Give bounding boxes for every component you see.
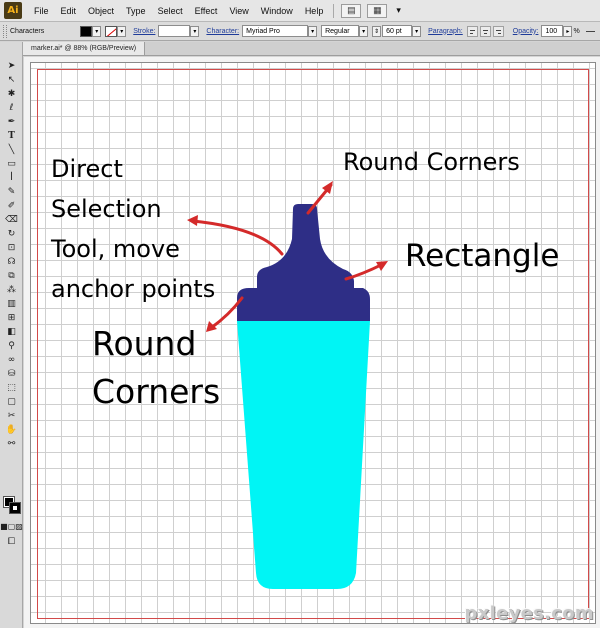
blend-tool-icon[interactable]: ∞ bbox=[4, 354, 19, 366]
stroke-link[interactable]: Stroke: bbox=[133, 28, 155, 35]
menu-file[interactable]: File bbox=[28, 6, 55, 16]
align-right-icon[interactable] bbox=[492, 25, 504, 37]
opacity-dropdown-icon[interactable]: ▸ bbox=[563, 25, 573, 37]
free-transform-icon[interactable]: ⧉ bbox=[4, 270, 19, 282]
annotation-round-corners-left: Round Corners bbox=[92, 320, 220, 416]
menu-view[interactable]: View bbox=[223, 6, 254, 16]
color-mode-icon[interactable]: ■▢▨ bbox=[0, 520, 23, 532]
panel-grip-icon[interactable] bbox=[3, 24, 7, 38]
illustrator-logo-icon: Ai bbox=[4, 2, 22, 19]
arrange-documents-icon[interactable]: ▦ bbox=[367, 3, 388, 18]
annotation-line: Round bbox=[92, 324, 197, 363]
menu-type[interactable]: Type bbox=[120, 6, 152, 16]
menu-help[interactable]: Help bbox=[299, 6, 330, 16]
menu-edit[interactable]: Edit bbox=[55, 6, 83, 16]
font-size-dropdown-icon[interactable]: ▾ bbox=[412, 25, 422, 37]
rotate-tool-icon[interactable]: ↻ bbox=[4, 228, 19, 240]
hand-tool-icon[interactable]: ✋ bbox=[4, 424, 19, 436]
arrow-rectangle bbox=[344, 262, 385, 281]
opacity-link[interactable]: Opacity: bbox=[513, 28, 539, 35]
character-link[interactable]: Character: bbox=[206, 28, 239, 35]
warp-tool-icon[interactable]: ☊ bbox=[4, 256, 19, 268]
fill-dropdown-icon[interactable]: ▾ bbox=[92, 25, 102, 37]
gradient-tool-icon[interactable]: ◧ bbox=[4, 326, 19, 338]
menu-separator bbox=[333, 3, 335, 18]
annotation-line: Tool, move bbox=[51, 235, 180, 263]
annotation-round-corners-top: Round Corners bbox=[343, 148, 520, 176]
control-panel-label: Characters bbox=[10, 27, 45, 35]
menu-bar: Ai File Edit Object Type Select Effect V… bbox=[0, 0, 600, 22]
document-setup-icon[interactable] bbox=[585, 26, 596, 37]
live-paint-bucket-icon[interactable]: ⛁ bbox=[4, 368, 19, 380]
stroke-color-icon[interactable] bbox=[9, 502, 21, 514]
symbol-sprayer-icon[interactable]: ⁂ bbox=[4, 284, 19, 296]
bridge-button-icon[interactable]: ▤ bbox=[341, 3, 362, 18]
blob-brush-icon[interactable]: ✐ bbox=[4, 200, 19, 212]
canvas[interactable]: Direct Selection Tool, move anchor point… bbox=[24, 57, 600, 628]
paragraph-link[interactable]: Paragraph: bbox=[428, 28, 463, 35]
magic-wand-icon[interactable]: ✱ bbox=[4, 88, 19, 100]
stroke-dropdown-icon[interactable]: ▾ bbox=[117, 25, 127, 37]
font-family-field[interactable]: Myriad Pro bbox=[242, 25, 309, 37]
annotation-line: Selection bbox=[51, 195, 162, 223]
rectangle-tool-icon[interactable]: ▭ bbox=[4, 158, 19, 170]
font-size-stepper-icon[interactable]: ⇕ bbox=[372, 25, 382, 37]
eyedropper-icon[interactable]: ⚲ bbox=[4, 340, 19, 352]
document-tab-bar: marker.ai* @ 88% (RGB/Preview) bbox=[23, 42, 600, 56]
watermark: pxleyes.com bbox=[464, 603, 594, 624]
font-family-dropdown-icon[interactable]: ▾ bbox=[308, 25, 318, 37]
screen-mode-icon[interactable]: ⧠ bbox=[4, 536, 19, 548]
opacity-percent: % bbox=[573, 27, 580, 35]
stroke-weight-field[interactable] bbox=[158, 25, 191, 37]
zoom-tool-icon[interactable]: ⚯ bbox=[4, 438, 19, 450]
artboard-tool-icon[interactable]: ▢ bbox=[4, 396, 19, 408]
pencil-icon[interactable]: ✎ bbox=[4, 186, 19, 198]
line-tool-icon[interactable]: ╲ bbox=[4, 144, 19, 156]
artboard[interactable]: Direct Selection Tool, move anchor point… bbox=[30, 62, 596, 624]
align-left-icon[interactable] bbox=[466, 25, 478, 37]
font-style-dropdown-icon[interactable]: ▾ bbox=[359, 25, 369, 37]
annotation-direct-selection: Direct Selection Tool, move anchor point… bbox=[51, 149, 215, 309]
marker-body bbox=[237, 321, 370, 589]
tools-panel: ➤ ↖ ✱ ℓ ✒ T ╲ ▭ ꟾ ✎ ✐ ⌫ ↻ ⊡ ☊ ⧉ ⁂ ▥ ⊞ ◧ … bbox=[0, 42, 23, 628]
paintbrush-icon[interactable]: ꟾ bbox=[4, 172, 19, 184]
lasso-icon[interactable]: ℓ bbox=[4, 102, 19, 114]
annotation-rectangle: Rectangle bbox=[405, 238, 560, 274]
annotation-line: anchor points bbox=[51, 275, 216, 303]
chevron-down-icon[interactable]: ▾ bbox=[390, 5, 407, 16]
stroke-color-swatch[interactable] bbox=[105, 25, 118, 37]
opacity-field[interactable]: 100 bbox=[541, 25, 564, 37]
eraser-icon[interactable]: ⌫ bbox=[4, 214, 19, 226]
scale-tool-icon[interactable]: ⊡ bbox=[4, 242, 19, 254]
annotation-line: Corners bbox=[92, 372, 221, 411]
selection-tool-icon[interactable]: ➤ bbox=[4, 60, 19, 72]
font-style-field[interactable]: Regular bbox=[321, 25, 360, 37]
direct-selection-tool-icon[interactable]: ↖ bbox=[4, 74, 19, 86]
menu-window[interactable]: Window bbox=[255, 6, 299, 16]
marker-cap bbox=[237, 204, 370, 321]
live-paint-selection-icon[interactable]: ⬚ bbox=[4, 382, 19, 394]
menu-effect[interactable]: Effect bbox=[189, 6, 224, 16]
annotation-line: Direct bbox=[51, 155, 123, 183]
font-size-field[interactable]: 60 pt bbox=[382, 25, 413, 37]
control-bar: Characters ▾ ▾ Stroke: ▾ Character: Myri… bbox=[0, 22, 600, 41]
document-tab[interactable]: marker.ai* @ 88% (RGB/Preview) bbox=[23, 42, 146, 55]
slice-tool-icon[interactable]: ✂ bbox=[4, 410, 19, 422]
type-tool-icon[interactable]: T bbox=[4, 130, 19, 142]
stroke-weight-dropdown-icon[interactable]: ▾ bbox=[190, 25, 200, 37]
fill-color-swatch[interactable] bbox=[80, 25, 93, 37]
menu-select[interactable]: Select bbox=[152, 6, 189, 16]
align-center-icon[interactable] bbox=[479, 25, 491, 37]
mesh-tool-icon[interactable]: ⊞ bbox=[4, 312, 19, 324]
pen-tool-icon[interactable]: ✒ bbox=[4, 116, 19, 128]
menu-object[interactable]: Object bbox=[82, 6, 120, 16]
column-graph-icon[interactable]: ▥ bbox=[4, 298, 19, 310]
